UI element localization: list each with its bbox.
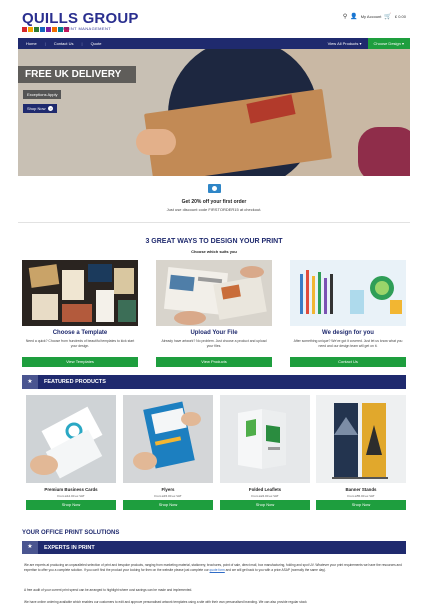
way-card-design: We design for you After something unique… [290,260,406,368]
experts-paragraph-3: We have online ordering available which … [24,600,307,604]
shop-now-button[interactable]: Shop Now [123,500,213,510]
hero-image-hand [136,129,176,155]
product-name: Premium Business Cards [44,487,98,492]
shop-now-button[interactable]: Shop Now [26,500,116,510]
featured-products-title: FEATURED PRODUCTS [44,379,106,385]
logo-square [22,27,27,32]
folded-leaflets-image [220,395,310,483]
hero-image-recipient [358,127,410,176]
paragraph-text: and we will get back to you with a price… [224,567,326,572]
logo-square [28,27,33,32]
user-icon: 👤 [350,14,358,20]
logo[interactable]: QUILLS GROUP [22,10,139,27]
hero-shop-now-label: Shop Now [27,106,46,111]
product-name: Banner Stands [345,487,377,492]
hero-shop-now-button[interactable]: Shop Now › [23,104,58,113]
section-divider [18,222,410,223]
logo-square [52,27,57,32]
logo-color-squares [22,27,69,32]
business-cards-image [26,395,116,483]
product-price: From £15.00 ex VAT [154,494,182,498]
page: QUILLS GROUP PRINT MANAGEMENT ⚲ 👤 My Acc… [18,0,410,612]
utility-links: ⚲ 👤 My Account 🛒 £ 0.00 [343,13,406,20]
way-card-template: Choose a Template Need a quick? Choose f… [22,260,138,368]
logo-subtitle: PRINT MANAGEMENT [63,26,112,31]
way-desc-upload: Already have artwork? No problem. Just c… [161,339,267,348]
money-icon [208,184,221,193]
nav-quote[interactable]: Quote [91,41,102,46]
way-desc-design: After something unique? We've got it cov… [293,339,403,348]
design-image [290,260,406,326]
office-solutions-title: YOUR OFFICE PRINT SOLUTIONS [22,530,120,536]
site-header: QUILLS GROUP PRINT MANAGEMENT ⚲ 👤 My Acc… [18,0,410,38]
cart-total[interactable]: £ 0.00 [395,14,406,19]
product-card-business-cards[interactable]: Premium Business Cards From £12.00 ex VA… [26,395,116,515]
product-card-flyers[interactable]: Flyers From £15.00 ex VAT Shop Now [123,395,213,515]
way-title-upload: Upload Your File [190,330,238,336]
flyers-image [123,395,213,483]
way-desc-template: Need a quick? Choose from hundreds of be… [25,339,135,348]
way-title-design: We design for you [322,330,374,336]
choose-design-menu[interactable]: Choose Design ▾ [367,38,410,49]
star-icon: ★ [22,541,38,554]
nav-contact-us[interactable]: Contact Us [54,41,74,46]
logo-square [34,27,39,32]
way-card-upload: Upload Your File Already have artwork? N… [156,260,272,368]
featured-products-header: ★ FEATURED PRODUCTS [22,375,406,389]
view-all-products-menu[interactable]: View All Products ▾ [328,41,362,46]
free-delivery-text: FREE UK DELIVERY [25,69,122,80]
discount-title: Get 20% off your first order [181,199,247,205]
shop-now-button[interactable]: Shop Now [220,500,310,510]
experts-paragraph-1: We are experts at producing an unparalle… [24,563,404,572]
product-name: Flyers [161,487,175,492]
view-templates-button[interactable]: View Templates [22,357,138,367]
product-card-folded-leaflets[interactable]: Folded Leaflets From £24.00 ex VAT Shop … [220,395,310,515]
cart-icon[interactable]: 🛒 [384,13,391,20]
discount-section: Get 20% off your first order Just use di… [18,176,410,222]
ways-heading: 3 GREAT WAYS TO DESIGN YOUR PRINT [145,238,283,245]
experts-header: ★ EXPERTS IN PRINT [22,541,406,554]
exceptions-apply-button[interactable]: Exceptions Apply [23,90,62,99]
hero-banner: FREE UK DELIVERY Exceptions Apply Shop N… [18,49,410,176]
product-card-banner-stands[interactable]: Banner Stands From £55.00 ex VAT Shop No… [316,395,406,515]
contact-us-button[interactable]: Contact Us [290,357,406,367]
quote-form-link[interactable]: quote form [210,568,225,572]
product-name: Folded Leaflets [248,487,282,492]
view-products-button[interactable]: View Products [156,357,272,367]
free-delivery-banner: FREE UK DELIVERY [18,66,136,83]
way-title-template: Choose a Template [52,330,108,336]
product-price: From £55.00 ex VAT [347,494,375,498]
logo-square [40,27,45,32]
experts-paragraph-2: A free audit of your current print spend… [24,588,193,592]
my-account-link[interactable]: My Account [361,14,382,19]
nav-divider: | [81,41,83,46]
star-icon: ★ [22,375,38,389]
main-nav: Home | Contact Us | Quote View All Produ… [18,38,410,49]
product-price: From £12.00 ex VAT [57,494,85,498]
arrow-right-icon: › [48,106,54,111]
discount-subtitle: Just use discount code FIRSTORDER15 at c… [166,207,262,212]
product-price: From £24.00 ex VAT [251,494,279,498]
shop-now-button[interactable]: Shop Now [316,500,406,510]
nav-divider: | [44,41,46,46]
search-icon[interactable]: ⚲ [343,13,347,20]
ways-subheading: Choose which suits you [191,249,237,254]
nav-home[interactable]: Home [26,41,37,46]
experts-title: EXPERTS IN PRINT [44,544,95,551]
logo-square [46,27,51,32]
banner-stands-image [316,395,406,483]
upload-image [156,260,272,326]
template-image [22,260,138,326]
